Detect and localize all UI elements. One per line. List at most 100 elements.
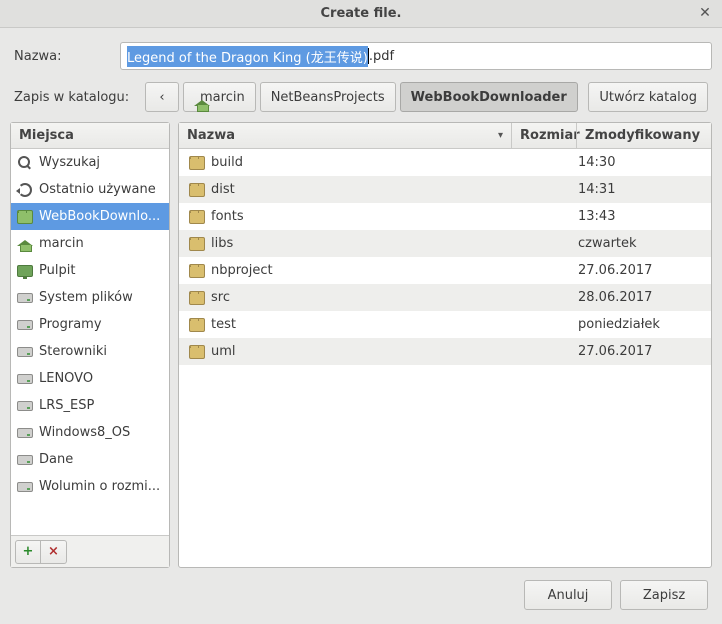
- folder-icon: [189, 318, 205, 332]
- drive-icon: [17, 401, 33, 411]
- path-back-button[interactable]: ‹: [145, 82, 179, 112]
- places-item-label: Wolumin o rozmi...: [39, 479, 165, 494]
- places-item[interactable]: LENOVO: [11, 365, 169, 392]
- path-row: Zapis w katalogu: ‹ marcin NetBeansProjec…: [10, 82, 712, 112]
- drive-icon: [17, 374, 33, 384]
- places-header[interactable]: Miejsca: [11, 123, 169, 149]
- file-name: libs: [211, 236, 233, 251]
- column-name-label: Nazwa: [187, 128, 235, 143]
- home-icon: [17, 237, 33, 251]
- places-item-label: Programy: [39, 317, 165, 332]
- dialog-content: Nazwa: Legend of the Dragon King (龙王传说).…: [0, 28, 722, 624]
- places-item[interactable]: Wolumin o rozmi...: [11, 473, 169, 500]
- search-icon: [18, 156, 32, 170]
- places-item-label: Windows8_OS: [39, 425, 165, 440]
- cancel-button[interactable]: Anuluj: [524, 580, 612, 610]
- file-row[interactable]: dist 14:31: [179, 176, 711, 203]
- file-row[interactable]: fonts 13:43: [179, 203, 711, 230]
- places-item[interactable]: Windows8_OS: [11, 419, 169, 446]
- chevron-left-icon: ‹: [159, 90, 164, 105]
- places-item[interactable]: Programy: [11, 311, 169, 338]
- file-name: test: [211, 317, 236, 332]
- drive-icon: [17, 455, 33, 465]
- file-modified: 27.06.2017: [572, 344, 707, 359]
- breadcrumb-label: NetBeansProjects: [271, 90, 385, 105]
- places-item-label: Ostatnio używane: [39, 182, 165, 197]
- file-row[interactable]: test poniedziałek: [179, 311, 711, 338]
- create-folder-button[interactable]: Utwórz katalog: [588, 82, 708, 112]
- drive-icon: [17, 347, 33, 357]
- column-size[interactable]: Rozmiar: [511, 123, 576, 148]
- drive-icon: [17, 320, 33, 330]
- file-row[interactable]: uml 27.06.2017: [179, 338, 711, 365]
- filelist-panel: Nazwa ▾ Rozmiar Zmodyfikowany build14:30…: [178, 122, 712, 568]
- folder-icon: [189, 183, 205, 197]
- file-name: uml: [211, 344, 236, 359]
- places-item-label: WebBookDownlo...: [39, 209, 165, 224]
- folder-icon: [189, 345, 205, 359]
- places-item[interactable]: Dane: [11, 446, 169, 473]
- main-area: Miejsca Wyszukaj Ostatnio używane WebBookD…: [10, 122, 712, 568]
- name-label: Nazwa:: [10, 49, 120, 64]
- file-modified: 14:31: [572, 182, 707, 197]
- places-item[interactable]: Sterowniki: [11, 338, 169, 365]
- file-row[interactable]: src 28.06.2017: [179, 284, 711, 311]
- filelist-header: Nazwa ▾ Rozmiar Zmodyfikowany: [179, 123, 711, 149]
- breadcrumb-segment[interactable]: marcin: [183, 82, 256, 112]
- places-item-label: Wyszukaj: [39, 155, 165, 170]
- column-modified[interactable]: Zmodyfikowany: [576, 123, 711, 148]
- file-row[interactable]: libs czwartek: [179, 230, 711, 257]
- places-item[interactable]: Ostatnio używane: [11, 176, 169, 203]
- places-header-label: Miejsca: [11, 123, 169, 148]
- file-name: src: [211, 290, 230, 305]
- file-row[interactable]: nbproject 27.06.2017: [179, 257, 711, 284]
- file-modified: poniedziałek: [572, 317, 707, 332]
- drive-icon: [17, 482, 33, 492]
- places-toolbar: + ×: [11, 535, 169, 567]
- file-name: dist: [211, 182, 235, 197]
- add-bookmark-button[interactable]: +: [15, 540, 41, 564]
- drive-icon: [17, 293, 33, 303]
- name-row: Nazwa: Legend of the Dragon King (龙王传说).…: [10, 42, 712, 70]
- places-item[interactable]: Wyszukaj: [11, 149, 169, 176]
- places-item[interactable]: marcin: [11, 230, 169, 257]
- file-modified: 27.06.2017: [572, 263, 707, 278]
- remove-bookmark-button[interactable]: ×: [41, 540, 67, 564]
- dialog-footer: Anuluj Zapisz: [10, 568, 712, 614]
- filename-selection: Legend of the Dragon King (龙王传说): [127, 46, 368, 67]
- places-item-label: marcin: [39, 236, 165, 251]
- places-item-label: System plików: [39, 290, 165, 305]
- desktop-icon: [17, 265, 33, 277]
- places-item-label: Pulpit: [39, 263, 165, 278]
- places-item[interactable]: LRS_ESP: [11, 392, 169, 419]
- places-item[interactable]: System plików: [11, 284, 169, 311]
- file-name: fonts: [211, 209, 244, 224]
- folder-icon: [17, 210, 33, 224]
- places-item-label: Dane: [39, 452, 165, 467]
- file-modified: 13:43: [572, 209, 707, 224]
- save-button[interactable]: Zapisz: [620, 580, 708, 610]
- filename-input[interactable]: Legend of the Dragon King (龙王传说).pdf: [120, 42, 712, 70]
- column-name[interactable]: Nazwa ▾: [179, 123, 511, 148]
- filelist-body[interactable]: build14:30 dist 14:31 fonts 13:43 libs czwarte…: [179, 149, 711, 567]
- titlebar: Create file. ✕: [0, 0, 722, 28]
- folder-icon: [189, 291, 205, 305]
- file-row[interactable]: build14:30: [179, 149, 711, 176]
- path-label: Zapis w katalogu:: [10, 90, 145, 105]
- close-icon[interactable]: ✕: [696, 4, 714, 22]
- file-name: nbproject: [211, 263, 273, 278]
- breadcrumb-segment[interactable]: NetBeansProjects: [260, 82, 396, 112]
- file-modified: 14:30: [572, 155, 707, 170]
- file-modified: czwartek: [572, 236, 707, 251]
- drive-icon: [17, 428, 33, 438]
- places-item-label: LENOVO: [39, 371, 165, 386]
- places-list[interactable]: Wyszukaj Ostatnio używane WebBookDownlo...…: [11, 149, 169, 535]
- breadcrumb-segment[interactable]: WebBookDownloader: [400, 82, 578, 112]
- file-modified: 28.06.2017: [572, 290, 707, 305]
- breadcrumb-label: WebBookDownloader: [411, 90, 567, 105]
- places-item[interactable]: WebBookDownlo...: [11, 203, 169, 230]
- folder-icon: [189, 156, 205, 170]
- places-item[interactable]: Pulpit: [11, 257, 169, 284]
- filename-extension: .pdf: [369, 49, 394, 64]
- recent-icon: [18, 183, 32, 197]
